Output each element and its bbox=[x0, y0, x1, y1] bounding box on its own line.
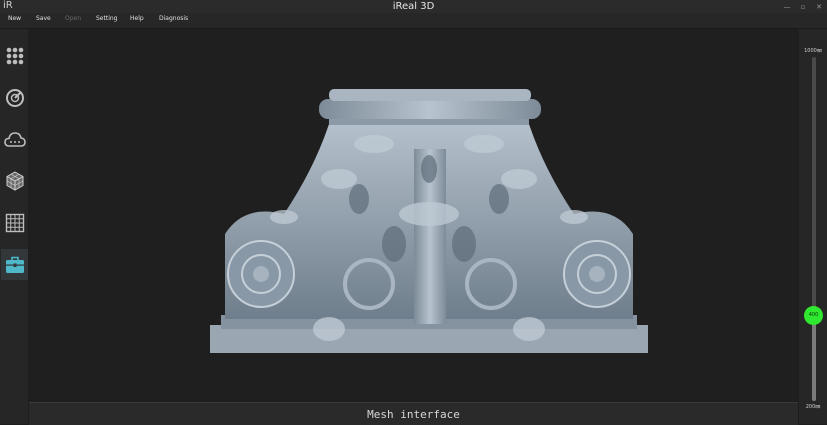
menu-new[interactable]: New bbox=[8, 15, 21, 22]
distance-slider-thumb[interactable]: 400 bbox=[804, 305, 823, 325]
tool-mesh[interactable] bbox=[1, 165, 28, 196]
dots-grid-icon bbox=[6, 47, 23, 64]
window-title: iReal 3D bbox=[392, 1, 435, 12]
slider-max-label: 1000㎜ bbox=[804, 48, 822, 54]
window-controls: — ▫ ✕ bbox=[783, 0, 823, 13]
tool-grid[interactable] bbox=[1, 207, 28, 238]
maximize-button[interactable]: ▫ bbox=[799, 3, 807, 11]
radar-scan-icon bbox=[5, 88, 24, 107]
tool-toolbox[interactable] bbox=[1, 249, 28, 280]
close-button[interactable]: ✕ bbox=[815, 3, 823, 11]
status-text: Mesh interface bbox=[367, 408, 460, 421]
cube-mesh-icon bbox=[6, 170, 23, 191]
cloud-icon bbox=[3, 131, 26, 147]
menu-save[interactable]: Save bbox=[36, 15, 51, 22]
title-bar: iR iReal 3D — ▫ ✕ bbox=[0, 0, 827, 13]
3d-viewport[interactable] bbox=[29, 29, 798, 402]
left-toolbar bbox=[0, 29, 28, 424]
status-bar: Mesh interface bbox=[29, 402, 798, 425]
scanned-capital-model bbox=[210, 89, 648, 353]
tool-scan-mode[interactable] bbox=[1, 40, 28, 71]
menu-open[interactable]: Open bbox=[65, 15, 81, 22]
menu-setting[interactable]: Setting bbox=[96, 15, 117, 22]
distance-slider-fill bbox=[812, 315, 816, 401]
menu-bar: New Save Open Setting Help Diagnosis bbox=[0, 13, 827, 29]
slider-min-label: 200㎜ bbox=[805, 404, 821, 410]
menu-diagnosis[interactable]: Diagnosis bbox=[159, 15, 188, 22]
tool-point-cloud[interactable] bbox=[1, 124, 28, 155]
grid-icon bbox=[5, 213, 24, 232]
menu-help[interactable]: Help bbox=[130, 15, 144, 22]
minimize-button[interactable]: — bbox=[783, 3, 791, 11]
toolbox-icon bbox=[5, 256, 24, 273]
tool-scan[interactable] bbox=[1, 82, 28, 113]
